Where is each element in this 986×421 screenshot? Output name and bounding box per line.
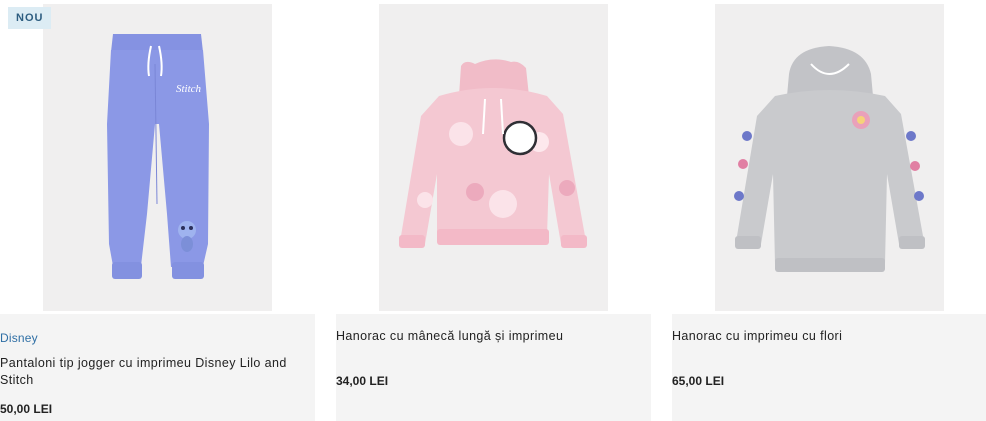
product-brand[interactable]: Disney xyxy=(0,331,38,345)
product-name[interactable]: Hanorac cu imprimeu cu flori xyxy=(672,328,972,345)
product-image-area: Stitch NOU xyxy=(0,0,315,314)
product-image-jogger[interactable]: Stitch xyxy=(43,4,272,311)
product-name[interactable]: Hanorac cu mânecă lungă și imprimeu xyxy=(336,328,636,345)
product-price: 34,00 LEI xyxy=(336,374,389,388)
jogger-illustration: Stitch xyxy=(107,34,209,279)
product-image-pink-hoodie[interactable] xyxy=(379,4,608,311)
product-price: 65,00 LEI xyxy=(672,374,725,388)
product-card-grey-hoodie[interactable]: Hanorac cu imprimeu cu flori 65,00 LEI xyxy=(672,0,986,421)
grey-hoodie-illustration xyxy=(734,46,925,272)
new-badge: NOU xyxy=(8,7,52,29)
product-image-grey-hoodie[interactable] xyxy=(715,4,944,311)
product-card-jogger[interactable]: Stitch NOU Disney Pantaloni tip jogger c… xyxy=(0,0,315,421)
product-image-area xyxy=(672,0,986,314)
jogger-print-text: Stitch xyxy=(176,83,202,95)
pink-hoodie-illustration xyxy=(399,59,587,248)
product-name[interactable]: Pantaloni tip jogger cu imprimeu Disney … xyxy=(0,355,300,389)
product-card-pink-hoodie[interactable]: Hanorac cu mânecă lungă și imprimeu 34,0… xyxy=(336,0,651,421)
product-image-area xyxy=(336,0,651,314)
product-price: 50,00 LEI xyxy=(0,402,53,416)
